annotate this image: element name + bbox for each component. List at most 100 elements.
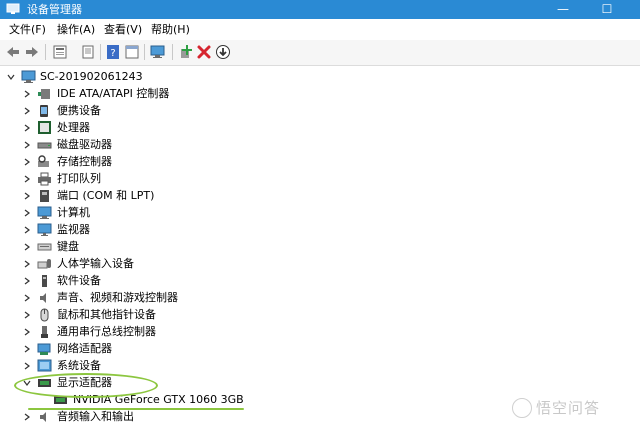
menu-file[interactable]: 文件(F) <box>9 23 46 37</box>
chevron-right-icon[interactable] <box>23 192 31 200</box>
tree-node[interactable]: 网络适配器 <box>0 341 640 358</box>
chevron-right-icon[interactable] <box>23 226 31 234</box>
tree-node-label: 便携设备 <box>57 104 101 117</box>
chevron-right-icon[interactable] <box>23 175 31 183</box>
tree-node[interactable]: 处理器 <box>0 120 640 137</box>
keyboard-icon <box>37 243 52 251</box>
tree-node-label: 端口 (COM 和 LPT) <box>57 189 155 202</box>
disk-drive-icon <box>37 142 52 149</box>
chevron-right-icon[interactable] <box>23 243 31 251</box>
tree-node[interactable]: 存储控制器 <box>0 154 640 171</box>
tree-node-label: 网络适配器 <box>57 342 112 355</box>
add-driver-icon[interactable] <box>178 44 194 60</box>
chevron-right-icon[interactable] <box>23 362 31 370</box>
tree-node-label: 打印队列 <box>57 172 101 185</box>
software-device-icon <box>42 275 47 287</box>
minimize-button[interactable]: — <box>548 0 578 19</box>
toolbar-separator <box>172 44 173 60</box>
tree-node[interactable]: 便携设备 <box>0 103 640 120</box>
toolbar-separator <box>45 44 46 60</box>
menu-view[interactable]: 查看(V) <box>104 23 142 37</box>
tree-node-label: 系统设备 <box>57 359 101 372</box>
port-icon <box>40 190 49 202</box>
chevron-right-icon[interactable] <box>23 141 31 149</box>
tree-node-label: 鼠标和其他指针设备 <box>57 308 156 321</box>
menu-help[interactable]: 帮助(H) <box>151 23 190 37</box>
back-arrow-icon[interactable] <box>5 44 21 60</box>
title-bar: 设备管理器 — ☐ <box>0 0 640 19</box>
svg-text:?: ? <box>110 48 115 59</box>
sound-icon <box>40 293 46 303</box>
chevron-right-icon[interactable] <box>23 413 31 421</box>
window-title: 设备管理器 <box>27 3 82 16</box>
system-device-icon <box>37 359 52 372</box>
maximize-button[interactable]: ☐ <box>592 0 622 19</box>
menu-action[interactable]: 操作(A) <box>57 23 95 37</box>
toolbar-separator <box>144 44 145 60</box>
watermark: 悟空问答 <box>512 396 636 420</box>
tree-node[interactable]: 人体学输入设备 <box>0 256 640 273</box>
chevron-right-icon[interactable] <box>23 345 31 353</box>
tree-node[interactable]: 声音、视频和游戏控制器 <box>0 290 640 307</box>
tree-node[interactable]: 端口 (COM 和 LPT) <box>0 188 640 205</box>
chevron-right-icon[interactable] <box>23 124 31 132</box>
tree-node-label: 软件设备 <box>57 274 101 287</box>
toolbar: ? <box>0 40 640 66</box>
scan-hardware-icon[interactable] <box>150 44 166 60</box>
tree-node[interactable]: 鼠标和其他指针设备 <box>0 307 640 324</box>
tree-node[interactable]: 磁盘驱动器 <box>0 137 640 154</box>
tree-node-label: 声音、视频和游戏控制器 <box>57 291 178 304</box>
download-icon[interactable] <box>215 44 231 60</box>
tree-node[interactable]: 通用串行总线控制器 <box>0 324 640 341</box>
tree-node[interactable]: 打印队列 <box>0 171 640 188</box>
properties-icon[interactable] <box>52 44 68 60</box>
chevron-down-icon[interactable] <box>7 73 15 81</box>
chevron-right-icon[interactable] <box>23 311 31 319</box>
chevron-right-icon[interactable] <box>23 158 31 166</box>
tree-node-label: 键盘 <box>57 240 79 253</box>
chevron-right-icon[interactable] <box>23 260 31 268</box>
tree-node[interactable]: 软件设备 <box>0 273 640 290</box>
monitor-icon <box>37 223 52 236</box>
tree-node-label: 计算机 <box>57 206 90 219</box>
printer-icon <box>38 172 51 186</box>
highlight-underline <box>28 408 244 410</box>
update-driver-icon[interactable] <box>80 44 96 60</box>
computer-icon <box>37 206 52 219</box>
chevron-right-icon[interactable] <box>23 294 31 302</box>
chevron-right-icon[interactable] <box>23 277 31 285</box>
uninstall-icon[interactable] <box>196 44 212 60</box>
tree-root-label: SC-201902061243 <box>40 70 143 83</box>
tree-node-label: 磁盘驱动器 <box>57 138 112 151</box>
mouse-icon <box>40 308 49 322</box>
highlight-ellipse <box>14 373 158 398</box>
tree-node[interactable]: IDE ATA/ATAPI 控制器 <box>0 86 640 103</box>
portable-device-icon <box>40 105 48 117</box>
chevron-right-icon[interactable] <box>23 209 31 217</box>
chevron-right-icon[interactable] <box>23 90 31 98</box>
tree-node-label: 存储控制器 <box>57 155 112 168</box>
network-adapter-icon <box>37 343 51 355</box>
toolbar-separator <box>100 44 101 60</box>
menu-bar: 文件(F) 操作(A) 查看(V) 帮助(H) <box>0 20 640 40</box>
computer-root-icon <box>21 70 36 83</box>
processor-icon <box>38 121 51 134</box>
chevron-right-icon[interactable] <box>23 107 31 115</box>
chevron-right-icon[interactable] <box>23 328 31 336</box>
tree-root[interactable]: SC-201902061243 <box>0 69 640 86</box>
hid-icon <box>37 259 51 269</box>
watermark-text: 悟空问答 <box>536 399 601 417</box>
tree-node-label: 监视器 <box>57 223 90 236</box>
tree-node-label: 通用串行总线控制器 <box>57 325 156 338</box>
tree-node-label: 处理器 <box>57 121 90 134</box>
help-icon[interactable]: ? <box>105 44 121 60</box>
tree-node-label: 音频输入和输出 <box>57 410 134 423</box>
tree-node-label: IDE ATA/ATAPI 控制器 <box>57 87 170 100</box>
forward-arrow-icon[interactable] <box>24 44 40 60</box>
tree-node[interactable]: 计算机 <box>0 205 640 222</box>
tree-node[interactable]: 监视器 <box>0 222 640 239</box>
console-icon[interactable] <box>124 44 140 60</box>
wukong-logo-icon <box>512 398 532 418</box>
tree-node[interactable]: 键盘 <box>0 239 640 256</box>
tree-node-label: 人体学输入设备 <box>57 257 134 270</box>
